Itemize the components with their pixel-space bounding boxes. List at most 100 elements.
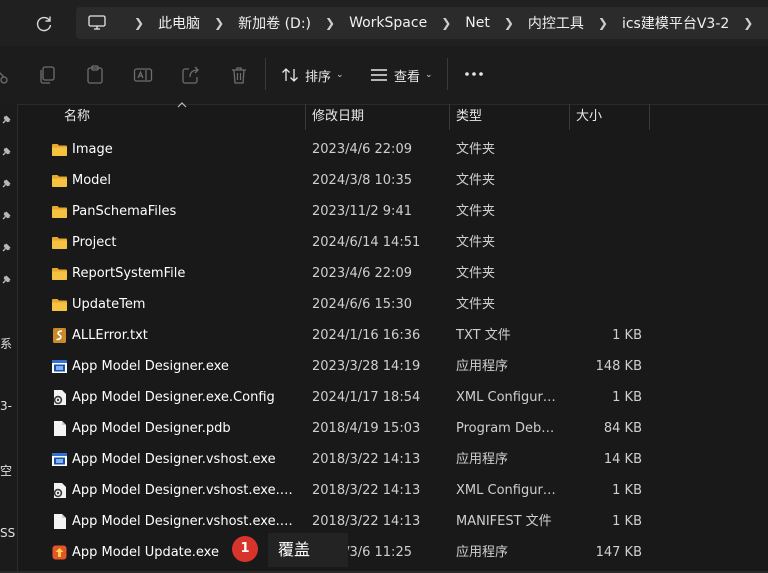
column-header-modified[interactable]: 修改日期 — [312, 104, 364, 130]
pin-icon[interactable] — [0, 274, 12, 286]
column-headers: 名称 修改日期 类型 大小 — [36, 102, 768, 130]
file-row[interactable]: Model 2024/3/8 10:35 文件夹 — [36, 165, 768, 196]
file-type: 应用程序 — [456, 545, 509, 560]
chevron-right-icon[interactable]: ❯ — [134, 16, 144, 30]
file-row[interactable]: App Model Designer.vshost.exe.config 2018… — [36, 475, 768, 506]
chevron-right-icon[interactable]: ❯ — [325, 16, 335, 30]
file-modified-date: 2018/3/22 14:13 — [312, 452, 421, 467]
blank-file-icon — [51, 513, 68, 530]
file-size: 147 KB — [595, 545, 642, 560]
folder-icon — [51, 172, 68, 189]
address-box[interactable]: ❯ 此电脑 ❯ 新加卷 (D:) ❯ WorkSpace ❯ Net ❯ 内控工… — [76, 7, 768, 39]
pin-icon[interactable] — [0, 178, 12, 190]
file-modified-date: 2024/6/6 15:30 — [312, 297, 412, 312]
pin-icon[interactable] — [0, 146, 12, 158]
config-file-icon — [51, 389, 68, 406]
file-size: 148 KB — [595, 359, 642, 374]
updater-exe-icon — [51, 544, 68, 561]
folder-icon — [51, 203, 68, 220]
breadcrumb-workspace[interactable]: WorkSpace — [349, 15, 427, 31]
file-modified-date: 2018/4/19 15:03 — [312, 421, 421, 436]
nav-item-label[interactable]: 3- — [0, 399, 15, 413]
file-size: 84 KB — [603, 421, 642, 436]
chevron-right-icon[interactable]: ❯ — [214, 16, 224, 30]
file-type: Program Debug... — [456, 421, 562, 436]
breadcrumb-tools[interactable]: 内控工具 — [528, 13, 584, 33]
file-type: 文件夹 — [456, 173, 496, 188]
file-row[interactable]: App Model Designer.pdb 2018/4/19 15:03 Pro… — [36, 413, 768, 444]
column-header-name[interactable]: 名称 — [64, 104, 90, 130]
view-button[interactable]: 查看 ⌄ — [370, 62, 433, 88]
column-divider[interactable] — [449, 104, 450, 130]
nav-item-label[interactable]: 空 — [0, 462, 15, 479]
chevron-right-icon[interactable]: ❯ — [441, 16, 451, 30]
file-name: Project — [72, 235, 117, 250]
sort-button[interactable]: 排序 ⌄ — [281, 62, 344, 88]
nav-item-label[interactable]: 系 — [0, 335, 15, 352]
file-row[interactable]: App Model Designer.vshost.exe 2018/3/22 1… — [36, 444, 768, 475]
file-type: 应用程序 — [456, 359, 509, 374]
file-name: Image — [72, 142, 113, 157]
column-divider[interactable] — [649, 104, 650, 130]
column-divider[interactable] — [569, 104, 570, 130]
breadcrumb-this-pc[interactable]: 此电脑 — [158, 13, 200, 33]
file-name: App Model Designer.exe.Config — [72, 390, 275, 405]
view-label: 查看 — [394, 69, 421, 85]
file-row[interactable]: UpdateTem 2024/6/6 15:30 文件夹 — [36, 289, 768, 320]
refresh-icon[interactable] — [34, 14, 54, 34]
file-modified-date: 2023/3/28 14:19 — [312, 359, 421, 374]
file-row[interactable]: Project 2024/6/14 14:51 文件夹 — [36, 227, 768, 258]
chevron-right-icon[interactable]: ❯ — [598, 16, 608, 30]
file-modified-date: 2023/11/2 9:41 — [312, 204, 412, 219]
blank-file-icon — [51, 420, 68, 437]
file-row[interactable]: ReportSystemFile 2023/4/6 22:09 文件夹 — [36, 258, 768, 289]
column-header-size[interactable]: 大小 — [576, 104, 602, 130]
breadcrumb-current-folder[interactable]: ics建模平台V3-2 — [622, 13, 729, 33]
pin-icon[interactable] — [0, 242, 12, 254]
chevron-right-icon[interactable]: ❯ — [743, 16, 753, 30]
toolbar-divider — [447, 58, 448, 90]
share-icon[interactable] — [181, 65, 201, 85]
file-row[interactable]: ALLError.txt 2024/1/16 16:36 TXT 文件 1 KB — [36, 320, 768, 351]
file-name: App Model Designer.vshost.exe — [72, 452, 276, 467]
cut-icon[interactable] — [0, 65, 12, 85]
file-size: 1 KB — [612, 514, 642, 529]
file-size: 1 KB — [612, 390, 642, 405]
file-row[interactable]: App Model Designer.exe 2023/3/28 14:19 应用程… — [36, 351, 768, 382]
this-pc-icon[interactable] — [88, 15, 106, 31]
step-number-badge: 1 — [232, 536, 258, 562]
paste-icon[interactable] — [85, 65, 105, 85]
sort-ascending-icon — [177, 102, 187, 108]
file-row[interactable]: App Model Update.exe 2023/3/6 11:25 应用程序 14… — [36, 537, 768, 568]
overwrite-option[interactable]: 覆盖 — [268, 533, 348, 567]
text-file-icon — [51, 327, 68, 344]
config-file-icon — [51, 482, 68, 499]
column-header-type[interactable]: 类型 — [456, 104, 482, 130]
breadcrumb-net[interactable]: Net — [465, 15, 490, 31]
chevron-down-icon: ⌄ — [336, 70, 344, 80]
breadcrumb-drive[interactable]: 新加卷 (D:) — [238, 13, 311, 33]
pin-icon[interactable] — [0, 114, 12, 126]
file-name: Model — [72, 173, 112, 188]
rename-icon[interactable] — [133, 65, 153, 85]
file-size: 1 KB — [612, 328, 642, 343]
file-type: 文件夹 — [456, 297, 496, 312]
file-type: 应用程序 — [456, 452, 509, 467]
file-row[interactable]: Image 2023/4/6 22:09 文件夹 — [36, 134, 768, 165]
file-row[interactable]: App Model Designer.exe.Config 2024/1/17 1… — [36, 382, 768, 413]
delete-icon[interactable] — [229, 65, 249, 85]
column-divider[interactable] — [305, 104, 306, 130]
copy-icon[interactable] — [37, 65, 57, 85]
command-bar: 排序 ⌄ 查看 ⌄ — [0, 46, 768, 105]
file-type: MANIFEST 文件 — [456, 514, 552, 529]
folder-icon — [51, 141, 68, 158]
file-name: ReportSystemFile — [72, 266, 186, 281]
pin-icon[interactable] — [0, 210, 12, 222]
file-row[interactable]: PanSchemaFiles 2023/11/2 9:41 文件夹 — [36, 196, 768, 227]
file-modified-date: 2023/4/6 22:09 — [312, 142, 412, 157]
nav-item-label[interactable]: SSI — [0, 526, 15, 540]
file-size: 1 KB — [612, 483, 642, 498]
file-row[interactable]: App Model Designer.vshost.exe.mani...201… — [36, 506, 768, 537]
more-options-icon[interactable] — [462, 66, 486, 82]
chevron-right-icon[interactable]: ❯ — [504, 16, 514, 30]
